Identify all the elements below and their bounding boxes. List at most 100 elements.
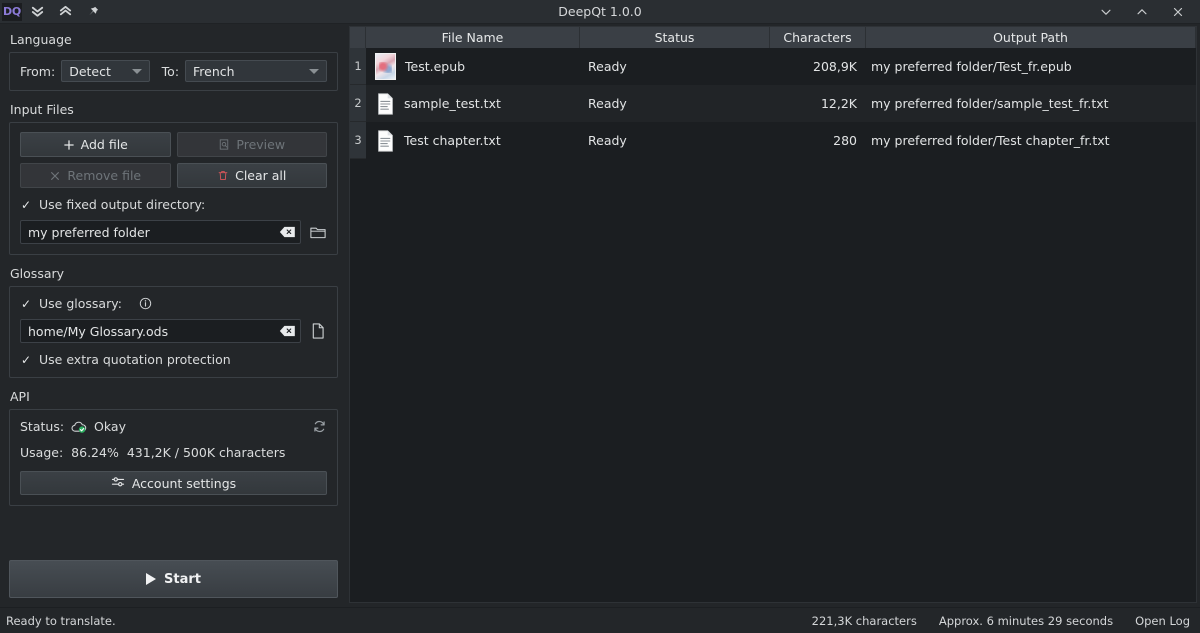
chevrons-down-icon[interactable] — [24, 1, 50, 23]
file-name-cell: Test.epub — [366, 48, 580, 85]
output-directory-input[interactable]: my preferred folder — [20, 220, 301, 244]
status-bar-right: 221,3K characters Approx. 6 minutes 29 s… — [812, 614, 1190, 628]
column-header-file-name[interactable]: File Name — [366, 27, 580, 48]
status-cell: Ready — [588, 133, 627, 148]
file-buttons: Add file Preview Remove file Clear all — [20, 132, 327, 188]
add-file-label: Add file — [80, 137, 128, 152]
clear-field-icon[interactable] — [278, 224, 296, 240]
window-controls — [1088, 0, 1200, 24]
total-characters: 221,3K characters — [811, 613, 917, 628]
file-name-cell: sample_test.txt — [366, 85, 580, 122]
table-row[interactable]: 2 sample_test.txt Ready 12,2K my preferr… — [350, 85, 1196, 122]
source-language-select[interactable]: Detect — [61, 60, 150, 82]
language-section-title: Language — [10, 32, 72, 47]
maximize-button[interactable] — [1124, 0, 1160, 24]
api-section-title: API — [10, 389, 30, 404]
remove-file-label: Remove file — [67, 168, 142, 183]
file-name-text: Test chapter.txt — [404, 133, 501, 148]
target-language-select[interactable]: French — [185, 60, 327, 82]
glossary-section-title: Glossary — [10, 266, 65, 281]
extra-quotation-protection-checkbox[interactable]: ✓ Use extra quotation protection — [20, 352, 327, 367]
account-settings-button[interactable]: Account settings — [20, 471, 327, 495]
checkmark-icon: ✓ — [20, 296, 32, 311]
row-number: 3 — [350, 122, 366, 159]
column-header-status[interactable]: Status — [580, 27, 770, 48]
row-number-header — [350, 27, 366, 48]
glossary-path-value: home/My Glossary.ods — [28, 323, 169, 339]
api-usage-value: 431,2K / 500K characters — [126, 445, 286, 460]
language-group: From: Detect To: French — [9, 52, 338, 91]
output-directory-value: my preferred folder — [28, 224, 150, 240]
minimize-button[interactable] — [1088, 0, 1124, 24]
pin-icon[interactable] — [80, 1, 106, 23]
clear-all-label: Clear all — [235, 168, 287, 183]
file-table-body: 1 Test.epub Ready 208,9K my preferred fo… — [350, 48, 1196, 602]
api-usage-label: Usage: — [20, 445, 64, 460]
time-estimate: Approx. 6 minutes 29 seconds — [938, 613, 1114, 628]
api-status-label: Status: — [20, 419, 65, 434]
file-name-text: sample_test.txt — [404, 96, 501, 111]
application-window: DQ DeepQt 1.0.0 Language From: Detect To… — [0, 0, 1200, 633]
checkmark-icon: ✓ — [20, 352, 32, 367]
window-title: DeepQt 1.0.0 — [558, 4, 642, 19]
use-glossary-label: Use glossary: — [39, 296, 122, 311]
open-log-button[interactable]: Open Log — [1135, 614, 1190, 628]
main-body: Language From: Detect To: French Input F… — [0, 24, 1200, 607]
api-status-row: Status: Okay — [20, 419, 327, 434]
row-number: 2 — [350, 85, 366, 122]
characters-cell: 280 — [833, 133, 857, 148]
use-fixed-output-directory-checkbox[interactable]: ✓ Use fixed output directory: — [20, 197, 327, 212]
checkmark-icon: ✓ — [20, 197, 32, 212]
start-button[interactable]: Start — [9, 560, 338, 598]
characters-cell: 208,9K — [813, 59, 857, 74]
output-path-cell: my preferred folder/Test_fr.epub — [871, 59, 1072, 74]
clear-field-icon[interactable] — [278, 323, 296, 339]
cloud-ok-icon — [71, 420, 87, 434]
refresh-icon[interactable] — [312, 419, 327, 434]
extra-quotation-protection-label: Use extra quotation protection — [39, 352, 231, 367]
source-language-value: Detect — [69, 63, 111, 79]
status-cell: Ready — [588, 96, 627, 111]
settings-panel: Language From: Detect To: French Input F… — [0, 24, 347, 607]
status-message: Ready to translate. — [6, 613, 116, 628]
input-files-section-title: Input Files — [10, 102, 74, 117]
chevrons-up-icon[interactable] — [52, 1, 78, 23]
column-header-characters[interactable]: Characters — [770, 27, 866, 48]
preview-icon — [218, 138, 230, 151]
table-row[interactable]: 1 Test.epub Ready 208,9K my preferred fo… — [350, 48, 1196, 85]
api-group: Status: Okay Usage: 86.24% 431,2K / 500K… — [9, 409, 338, 506]
info-icon[interactable] — [139, 297, 152, 310]
api-usage-percent: 86.24% — [71, 445, 119, 460]
use-glossary-checkbox[interactable]: ✓ Use glossary: — [20, 296, 327, 311]
file-table-header: File Name Status Characters Output Path — [350, 27, 1196, 48]
glossary-path-input[interactable]: home/My Glossary.ods — [20, 319, 301, 343]
output-path-cell: my preferred folder/Test chapter_fr.txt — [871, 133, 1110, 148]
preview-label: Preview — [236, 137, 286, 152]
file-name-text: Test.epub — [405, 59, 466, 74]
status-cell: Ready — [588, 59, 627, 74]
column-header-output-path[interactable]: Output Path — [866, 27, 1196, 48]
table-row[interactable]: 3 Test chapter.txt Ready 280 my preferre… — [350, 122, 1196, 159]
browse-output-directory-button[interactable] — [308, 223, 327, 242]
plus-icon — [63, 139, 75, 151]
app-logo: DQ — [2, 2, 22, 21]
file-table: File Name Status Characters Output Path … — [349, 26, 1197, 603]
glossary-group: ✓ Use glossary: home/My Glossary.ods ✓ U… — [9, 286, 338, 378]
add-file-button[interactable]: Add file — [20, 132, 171, 157]
close-button[interactable] — [1160, 0, 1196, 24]
epub-cover-thumbnail — [375, 53, 396, 80]
title-bar-left-tools: DQ — [0, 1, 106, 23]
text-document-icon — [375, 91, 395, 116]
row-number: 1 — [350, 48, 366, 85]
file-list-panel: File Name Status Characters Output Path … — [347, 24, 1200, 607]
output-path-cell: my preferred folder/sample_test_fr.txt — [871, 96, 1109, 111]
clear-all-button[interactable]: Clear all — [176, 163, 327, 188]
characters-cell: 12,2K — [820, 96, 857, 111]
browse-glossary-file-button[interactable] — [308, 322, 327, 341]
file-name-cell: Test chapter.txt — [366, 122, 580, 159]
sliders-icon — [111, 476, 125, 491]
chevron-down-icon — [131, 68, 142, 74]
remove-file-button[interactable]: Remove file — [20, 163, 171, 188]
input-files-group: Add file Preview Remove file Clear all ✓… — [9, 122, 338, 255]
preview-button[interactable]: Preview — [176, 132, 327, 157]
